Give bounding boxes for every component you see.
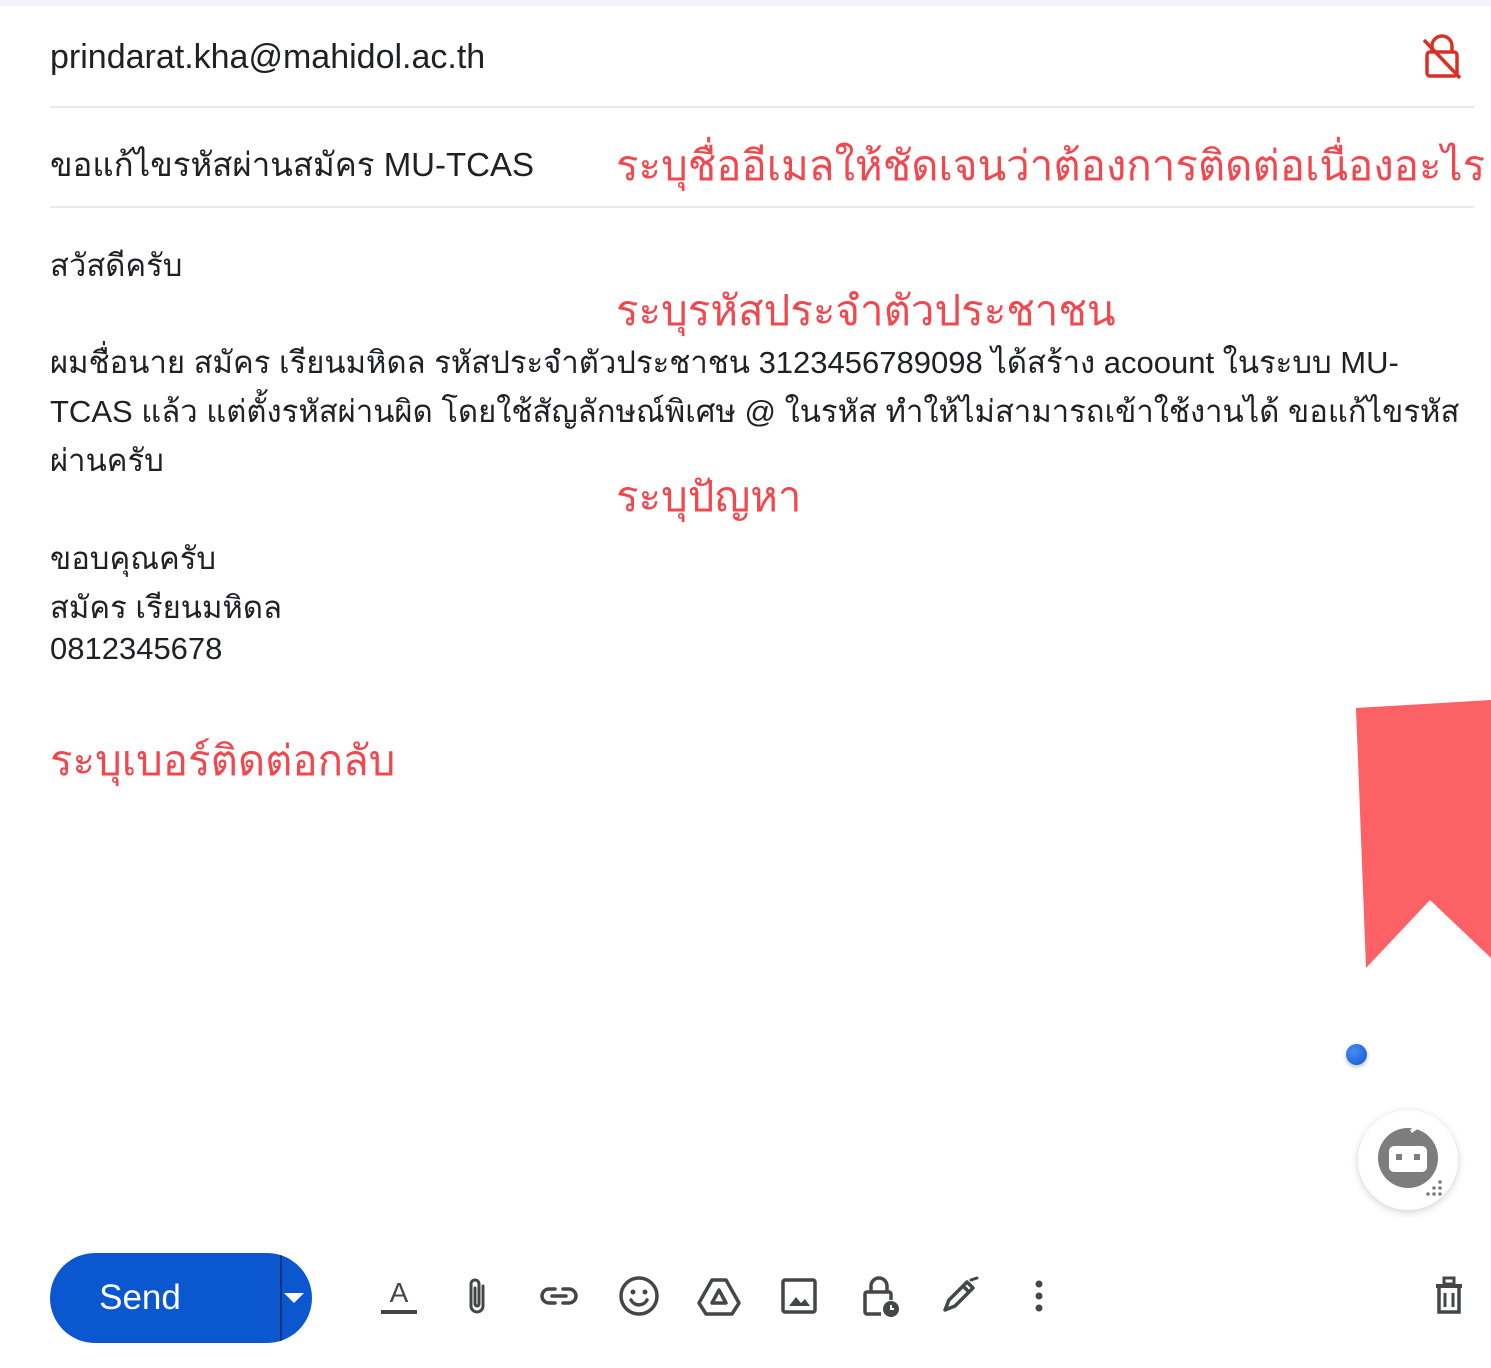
phone-annotation: ระบุเบอร์ติดต่อกลับ: [50, 737, 396, 784]
body-greeting: สวัสดีครับ: [50, 248, 183, 283]
bookmark-ribbon: [1350, 700, 1491, 975]
signature-phone: 0812345678: [50, 631, 223, 666]
body-line-3: ผ่านครับ: [50, 443, 164, 478]
status-dot: [1346, 1044, 1367, 1065]
signature-icon[interactable]: [935, 1272, 983, 1320]
problem-annotation: ระบุปัญหา: [616, 473, 802, 520]
subject-field[interactable]: ขอแก้ไขรหัสผ่านสมัคร MU-TCAS: [50, 138, 534, 191]
confidential-lock-icon[interactable]: [1420, 34, 1464, 80]
subject-annotation: ระบุชื่ออีเมลให้ชัดเจนว่าต้องการติดต่อเน…: [616, 142, 1486, 189]
more-options-icon[interactable]: [1015, 1272, 1063, 1320]
body-line-2: TCAS แล้ว แต่ตั้งรหัสผ่านผิด โดยใช้สัญลั…: [50, 394, 1460, 429]
send-button[interactable]: Send: [50, 1253, 230, 1343]
insert-link-icon[interactable]: [535, 1272, 583, 1320]
signature-thanks: ขอบคุณครับ: [50, 541, 217, 576]
svg-text:A: A: [390, 1277, 409, 1308]
attach-file-icon[interactable]: [455, 1272, 503, 1320]
discard-trash-icon[interactable]: [1425, 1272, 1473, 1320]
id-annotation: ระบุรหัสประจำตัวประชาชน: [616, 287, 1116, 334]
robot-icon: [1378, 1124, 1442, 1196]
body-line-1: ผมชื่อนาย สมัคร เรียนมหิดล รหัสประจำตัวป…: [50, 345, 1399, 380]
send-button-group[interactable]: Send: [50, 1253, 312, 1343]
google-drive-icon[interactable]: [695, 1272, 743, 1320]
assistant-button[interactable]: [1358, 1110, 1458, 1210]
insert-photo-icon[interactable]: [775, 1272, 823, 1320]
signature-name: สมัคร เรียนมหิดล: [50, 590, 282, 625]
chevron-down-icon: [284, 1293, 304, 1303]
confidential-mode-icon[interactable]: [855, 1272, 903, 1320]
format-text-icon[interactable]: A: [375, 1272, 423, 1320]
recipient-row[interactable]: prindarat.kha@mahidol.ac.th: [50, 30, 1474, 108]
schedule-send-dropdown[interactable]: [282, 1253, 312, 1343]
recipient-address[interactable]: prindarat.kha@mahidol.ac.th: [50, 38, 485, 77]
compose-top-border: [0, 0, 1491, 6]
insert-emoji-icon[interactable]: [615, 1272, 663, 1320]
